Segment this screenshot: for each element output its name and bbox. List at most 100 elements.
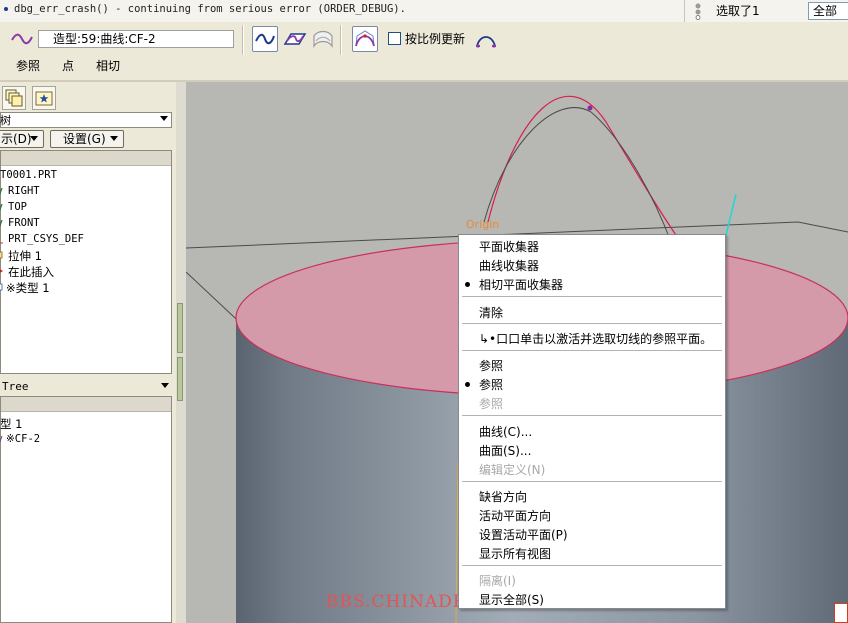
tree-item-csys[interactable]: PRT_CSYS_DEF	[0, 233, 84, 245]
curve-control-point[interactable]	[587, 105, 593, 111]
tab-references[interactable]: 参照	[16, 57, 40, 74]
settings-menu-label: 设置(G)	[63, 132, 106, 146]
planar-curve-button[interactable]	[282, 26, 308, 52]
chevron-down-icon	[30, 136, 38, 141]
selection-filter-select[interactable]: 全部	[808, 2, 848, 20]
model-tree-column-header	[1, 151, 171, 166]
insert-arrow-icon	[0, 269, 3, 273]
menu-item-references-1[interactable]: 参照	[479, 357, 503, 374]
menu-item-tangent-plane-collector[interactable]: 相切平面收集器	[479, 276, 563, 293]
menu-separator	[462, 565, 722, 566]
favorites-tab[interactable]	[32, 86, 56, 110]
menu-separator	[462, 323, 722, 324]
menu-item-curve[interactable]: 曲线(C)...	[479, 423, 532, 440]
control-point-mode-button[interactable]	[352, 26, 378, 52]
message-bullet-icon	[4, 7, 8, 11]
curve-icon	[11, 33, 33, 45]
menu-item-set-active-plane[interactable]: 设置活动平面(P)	[479, 526, 568, 543]
tree-item-label: 拉伸 1	[8, 249, 42, 263]
proportional-update-label: 按比例更新	[405, 32, 466, 46]
collapse-left-handle[interactable]	[177, 303, 183, 353]
origin-label: Origin	[466, 218, 499, 231]
coordinate-system-icon	[0, 242, 3, 244]
tree-item-right-plane[interactable]: RIGHT	[0, 185, 40, 197]
tree-item-label: FRONT	[8, 217, 40, 229]
free-curve-button[interactable]	[252, 26, 278, 52]
menu-item-curve-collector[interactable]: 曲线收集器	[479, 257, 539, 274]
datum-plane-icon	[0, 220, 3, 228]
menu-item-isolate: 隔离(I)	[479, 574, 516, 588]
expand-right-handle[interactable]	[177, 357, 183, 401]
menu-item-edit-definition: 编辑定义(N)	[479, 463, 546, 477]
selected-bullet-icon	[465, 282, 470, 287]
menu-item-activate-hint[interactable]: ↳•口口单击以激活并选取切线的参照平面。	[479, 330, 712, 347]
status-separator	[684, 0, 685, 22]
settings-menu-button[interactable]: 设置(G)	[50, 130, 124, 148]
tree-item-label: ※CF-2	[6, 433, 41, 445]
proportional-update-checkbox[interactable]	[388, 32, 401, 45]
tree-item-style-feature[interactable]: ※类型 1	[0, 280, 50, 296]
menu-separator	[462, 296, 722, 297]
menu-item-default-orientation[interactable]: 缺省方向	[479, 488, 527, 505]
menu-item-show-all[interactable]: 显示全部(S)	[479, 591, 544, 608]
tree-item-label: 型 1	[0, 417, 23, 431]
tree-item-label: T0001.PRT	[0, 169, 57, 181]
curve-endpoints-button[interactable]	[474, 28, 498, 50]
tab-tangency[interactable]: 相切	[96, 57, 120, 74]
chevron-down-icon[interactable]	[160, 116, 168, 121]
menu-item-plane-collector[interactable]: 平面收集器	[479, 238, 539, 255]
star-folder-icon	[35, 91, 53, 106]
menu-separator	[462, 350, 722, 351]
selection-indicator-icon	[695, 3, 701, 20]
toolbar-separator	[340, 25, 342, 55]
selection-status: 选取了1	[716, 4, 760, 18]
menu-separator	[462, 415, 722, 416]
message-text: dbg_err_crash() - continuing from seriou…	[14, 3, 406, 15]
model-tree-tab[interactable]	[2, 86, 26, 110]
curve-item-icon	[0, 436, 3, 443]
tab-point[interactable]: 点	[62, 57, 74, 74]
menu-item-show-all-views[interactable]: 显示所有视图	[479, 545, 551, 562]
toolbar-separator	[242, 25, 244, 55]
tree-item-label: 在此插入	[8, 265, 54, 279]
tree-title: 树	[0, 114, 11, 127]
extrude-icon	[0, 251, 3, 259]
tree-item-label: PRT_CSYS_DEF	[8, 233, 84, 245]
tree-item-label: TOP	[8, 201, 27, 213]
style-tree-item-curve[interactable]: ※CF-2	[0, 433, 40, 445]
menu-separator	[462, 481, 722, 482]
control-points-curve-icon	[355, 30, 375, 47]
tree-item-label: RIGHT	[8, 185, 40, 197]
style-feature-icon	[0, 283, 3, 291]
tree-item-extrude[interactable]: 拉伸 1	[0, 248, 42, 264]
selected-bullet-icon	[465, 382, 470, 387]
curve-on-surface-icon	[313, 30, 333, 48]
style-tree-item-type[interactable]: 型 1	[0, 416, 22, 432]
style-curve[interactable]	[487, 95, 682, 243]
tree-item-part[interactable]: T0001.PRT	[0, 169, 57, 181]
style-tree-title: Tree	[2, 380, 29, 393]
tree-item-top-plane[interactable]: TOP	[0, 201, 27, 213]
show-menu-label: 示(D)	[1, 132, 32, 146]
datum-plane-icon	[0, 204, 3, 212]
menu-item-clear[interactable]: 清除	[479, 304, 503, 321]
menu-item-active-plane-orientation[interactable]: 活动平面方向	[479, 507, 551, 524]
tree-item-insert-here[interactable]: 在此插入	[0, 264, 54, 280]
free-curve-icon	[255, 33, 275, 45]
menu-item-references-2[interactable]: 参照	[479, 376, 503, 393]
menu-item-surface[interactable]: 曲面(S)...	[479, 442, 531, 459]
tree-item-front-plane[interactable]: FRONT	[0, 217, 40, 229]
chevron-down-icon[interactable]	[161, 383, 169, 388]
tree-title-bar[interactable]	[0, 112, 172, 128]
style-tree	[0, 396, 172, 623]
curve-name-field[interactable]: 造型:59:曲线:CF-2	[38, 30, 234, 48]
curve-on-surface-button[interactable]	[310, 26, 336, 52]
chevron-down-icon	[110, 136, 118, 141]
reference-curve	[483, 107, 672, 243]
layers-icon	[5, 89, 23, 107]
status-badge	[834, 603, 848, 623]
tree-item-label: ※类型 1	[6, 281, 50, 295]
show-menu-button[interactable]: 示(D)	[0, 130, 44, 148]
datum-plane-icon	[0, 188, 3, 196]
planar-curve-icon	[283, 33, 307, 45]
